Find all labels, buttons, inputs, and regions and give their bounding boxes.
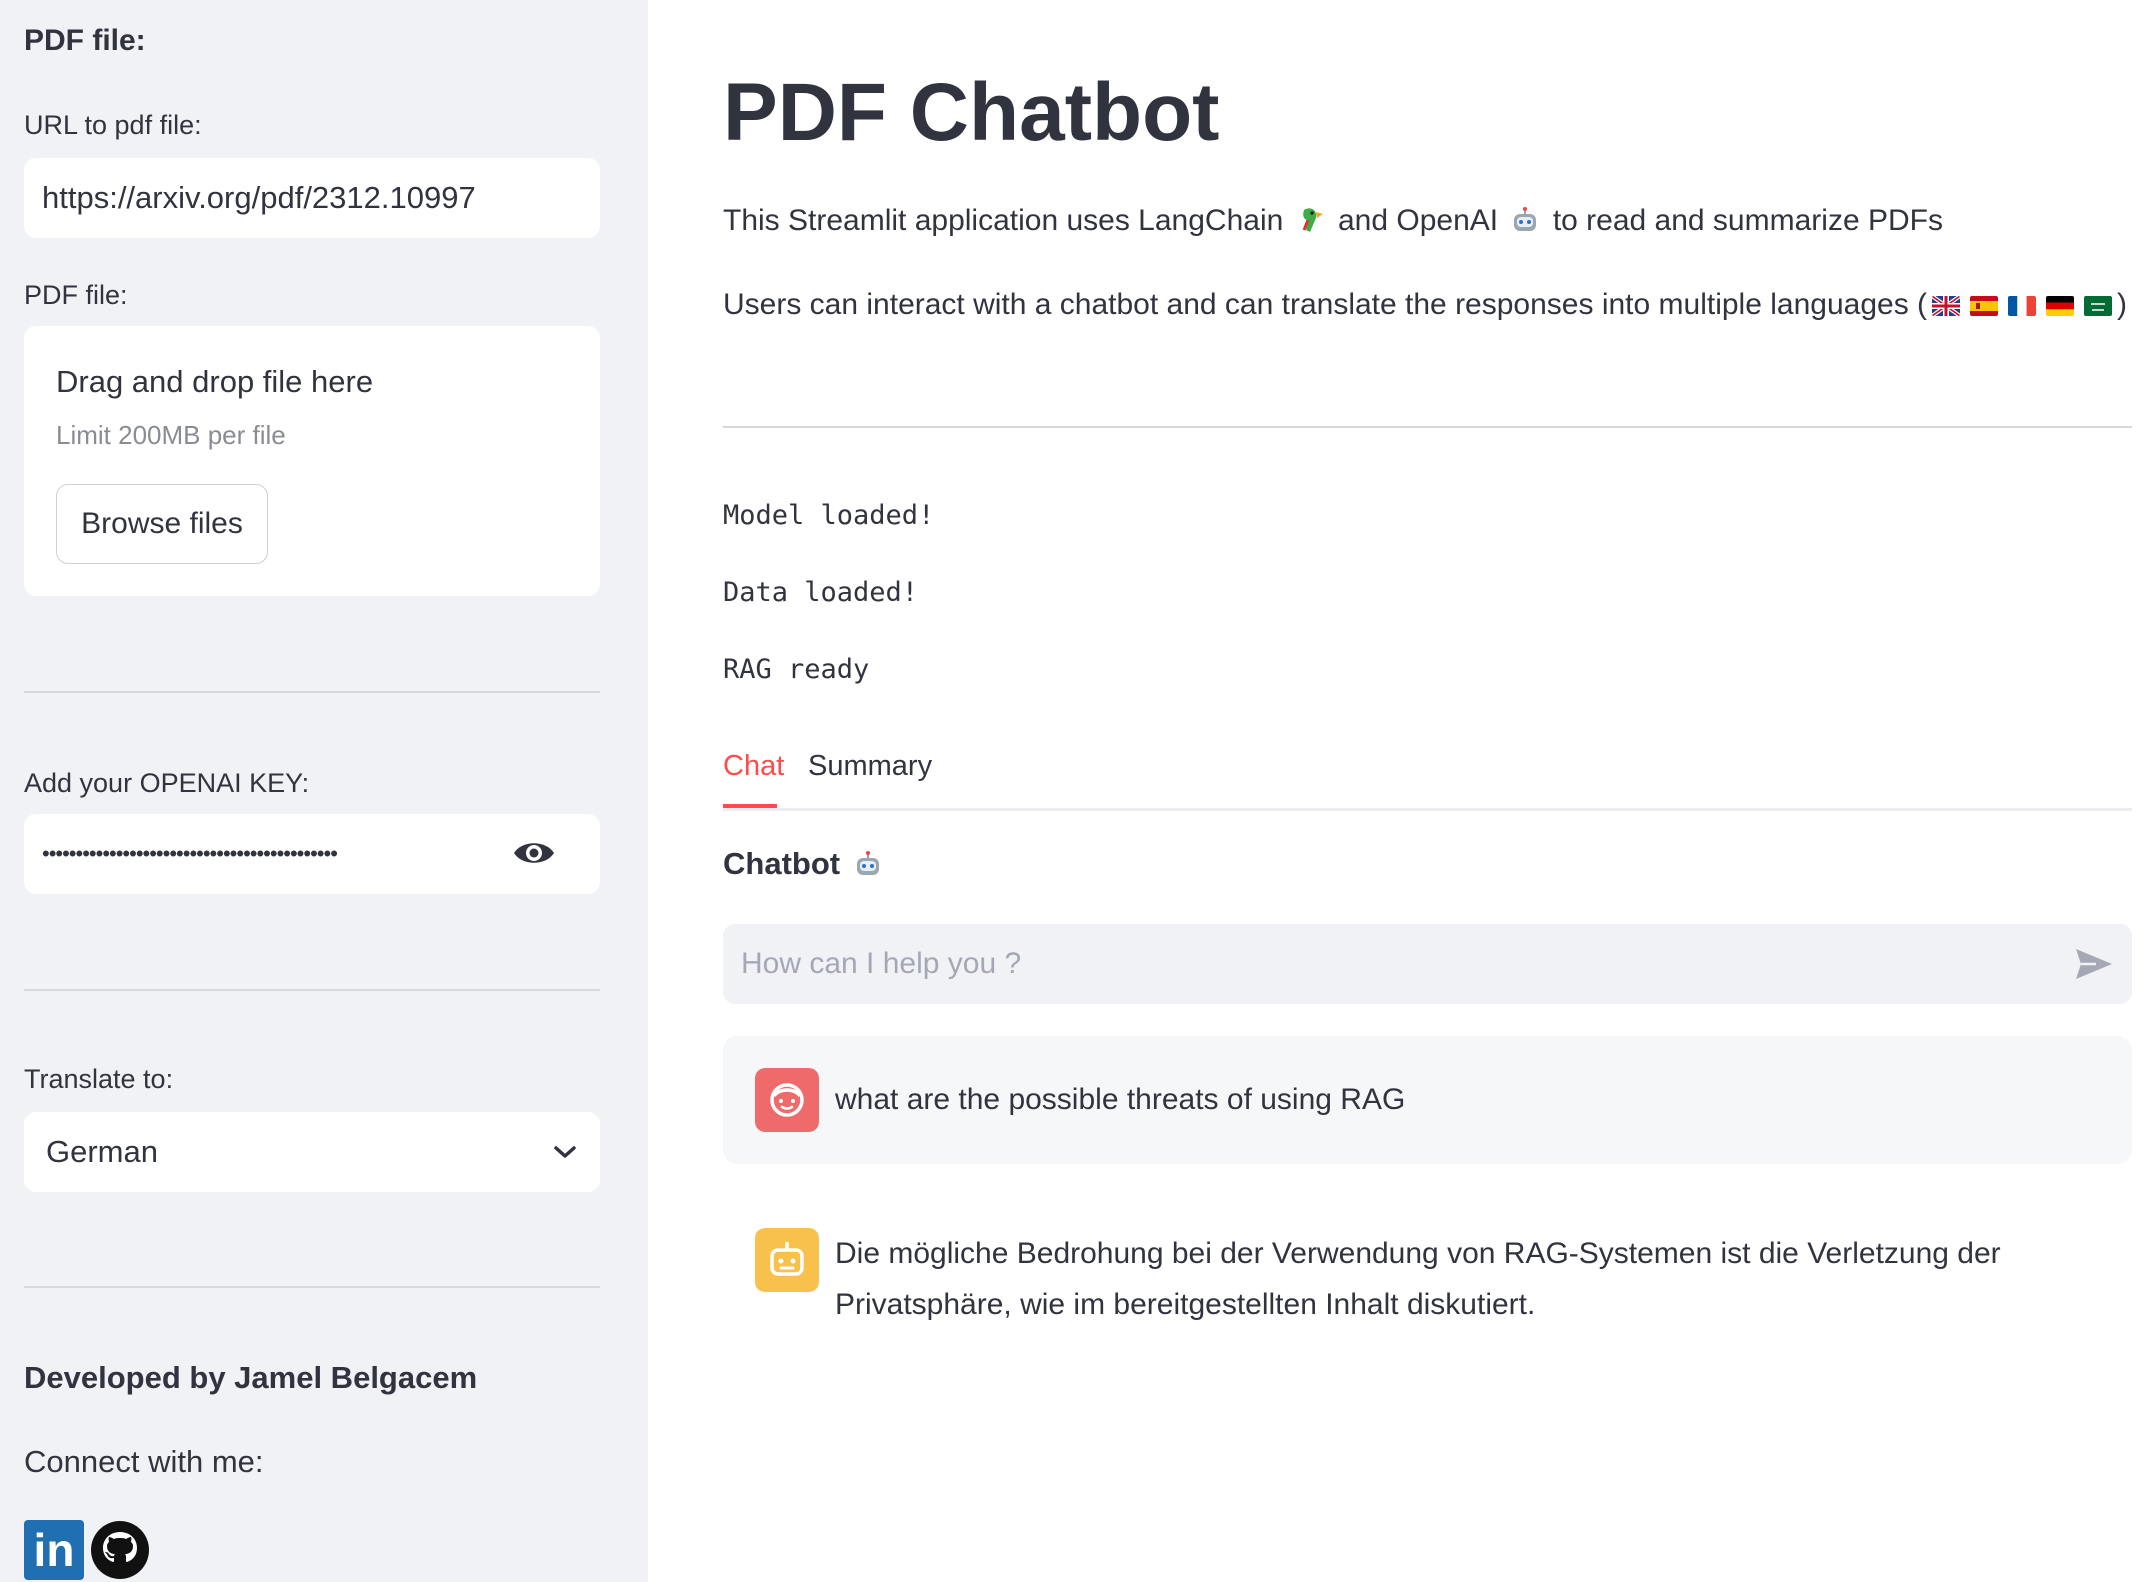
sidebar: PDF file: URL to pdf file: https://arxiv…: [0, 0, 648, 1582]
translate-label: Translate to:: [24, 1064, 174, 1094]
eye-icon[interactable]: [512, 838, 556, 868]
url-input[interactable]: https://arxiv.org/pdf/2312.10997: [24, 158, 600, 238]
flag-fr-icon: [2008, 296, 2037, 316]
active-tab-indicator: [723, 804, 777, 808]
user-message-text: what are the possible threats of using R…: [835, 1083, 1406, 1116]
status-line: RAG ready: [723, 654, 870, 685]
desc2-part-a: Users can interact with a chatbot and ca…: [723, 288, 1928, 321]
tab-bar: Chat Summary: [723, 742, 2132, 811]
sidebar-divider: [24, 691, 600, 693]
description-line-2: Users can interact with a chatbot and ca…: [723, 288, 2127, 322]
url-label: URL to pdf file:: [24, 110, 202, 140]
description-line-1: This Streamlit application uses LangChai…: [723, 204, 1943, 238]
desc2-part-b: ): [2117, 288, 2128, 321]
parrot-icon: [1302, 208, 1323, 232]
github-icon[interactable]: [90, 1520, 150, 1580]
desc1-part-a: This Streamlit application uses LangChai…: [723, 204, 1284, 237]
tab-summary[interactable]: Summary: [808, 750, 932, 783]
robot-icon: [1514, 207, 1537, 231]
chatbot-heading-text: Chatbot: [723, 846, 841, 881]
main-content: PDF Chatbot This Streamlit application u…: [648, 0, 2146, 1582]
openai-key-input[interactable]: ••••••••••••••••••••••••••••••••••••••••…: [24, 814, 600, 894]
bot-face-icon: [755, 1228, 819, 1292]
robot-icon: [856, 851, 879, 875]
main-divider: [723, 426, 2132, 428]
page-title: PDF Chatbot: [723, 67, 1220, 158]
developer-credit: Developed by Jamel Belgacem: [24, 1360, 478, 1395]
chevron-down-icon: [554, 1146, 576, 1158]
social-links: in: [24, 1520, 150, 1580]
flag-de-icon: [2046, 296, 2075, 316]
url-input-value: https://arxiv.org/pdf/2312.10997: [42, 180, 476, 215]
translate-selected-value: German: [46, 1134, 158, 1169]
tab-chat[interactable]: Chat: [723, 750, 784, 783]
sidebar-divider: [24, 1286, 600, 1288]
chat-input[interactable]: How can I help you ?: [723, 924, 2132, 1004]
openai-key-value: ••••••••••••••••••••••••••••••••••••••••…: [42, 841, 338, 866]
status-line: Model loaded!: [723, 500, 935, 531]
connect-label: Connect with me:: [24, 1444, 264, 1479]
desc1-part-c: to read and summarize PDFs: [1552, 204, 1943, 237]
assistant-message-line-2: Privatsphäre, wie im bereitgestellten In…: [835, 1288, 1536, 1321]
sidebar-divider: [24, 989, 600, 991]
uploader-limit: Limit 200MB per file: [56, 420, 286, 450]
flag-es-icon: [1970, 296, 1999, 316]
assistant-message-text: Die mögliche Bedrohung bei der Verwendun…: [835, 1228, 2001, 1330]
chatbot-heading: Chatbot: [723, 846, 887, 882]
uploader-title: Drag and drop file here: [56, 364, 374, 399]
file-label: PDF file:: [24, 280, 128, 310]
desc1-part-b: and OpenAI: [1338, 204, 1499, 237]
chat-input-placeholder: How can I help you ?: [741, 947, 1022, 980]
sidebar-section-title: PDF file:: [24, 24, 146, 57]
file-uploader-dropzone[interactable]: Drag and drop file here Limit 200MB per …: [24, 326, 600, 596]
browse-files-button[interactable]: Browse files: [56, 484, 268, 564]
flag-sa-icon: [2084, 296, 2113, 316]
user-face-icon: [755, 1068, 819, 1132]
chat-message-user: what are the possible threats of using R…: [723, 1036, 2132, 1164]
assistant-message-line-1: Die mögliche Bedrohung bei der Verwendun…: [835, 1237, 2001, 1270]
send-icon[interactable]: [2074, 947, 2114, 981]
status-line: Data loaded!: [723, 577, 919, 608]
flag-uk-icon: [1932, 296, 1961, 316]
translate-select[interactable]: German: [24, 1112, 600, 1192]
openai-key-label: Add your OPENAI KEY:: [24, 768, 310, 798]
linkedin-icon[interactable]: in: [24, 1520, 84, 1580]
